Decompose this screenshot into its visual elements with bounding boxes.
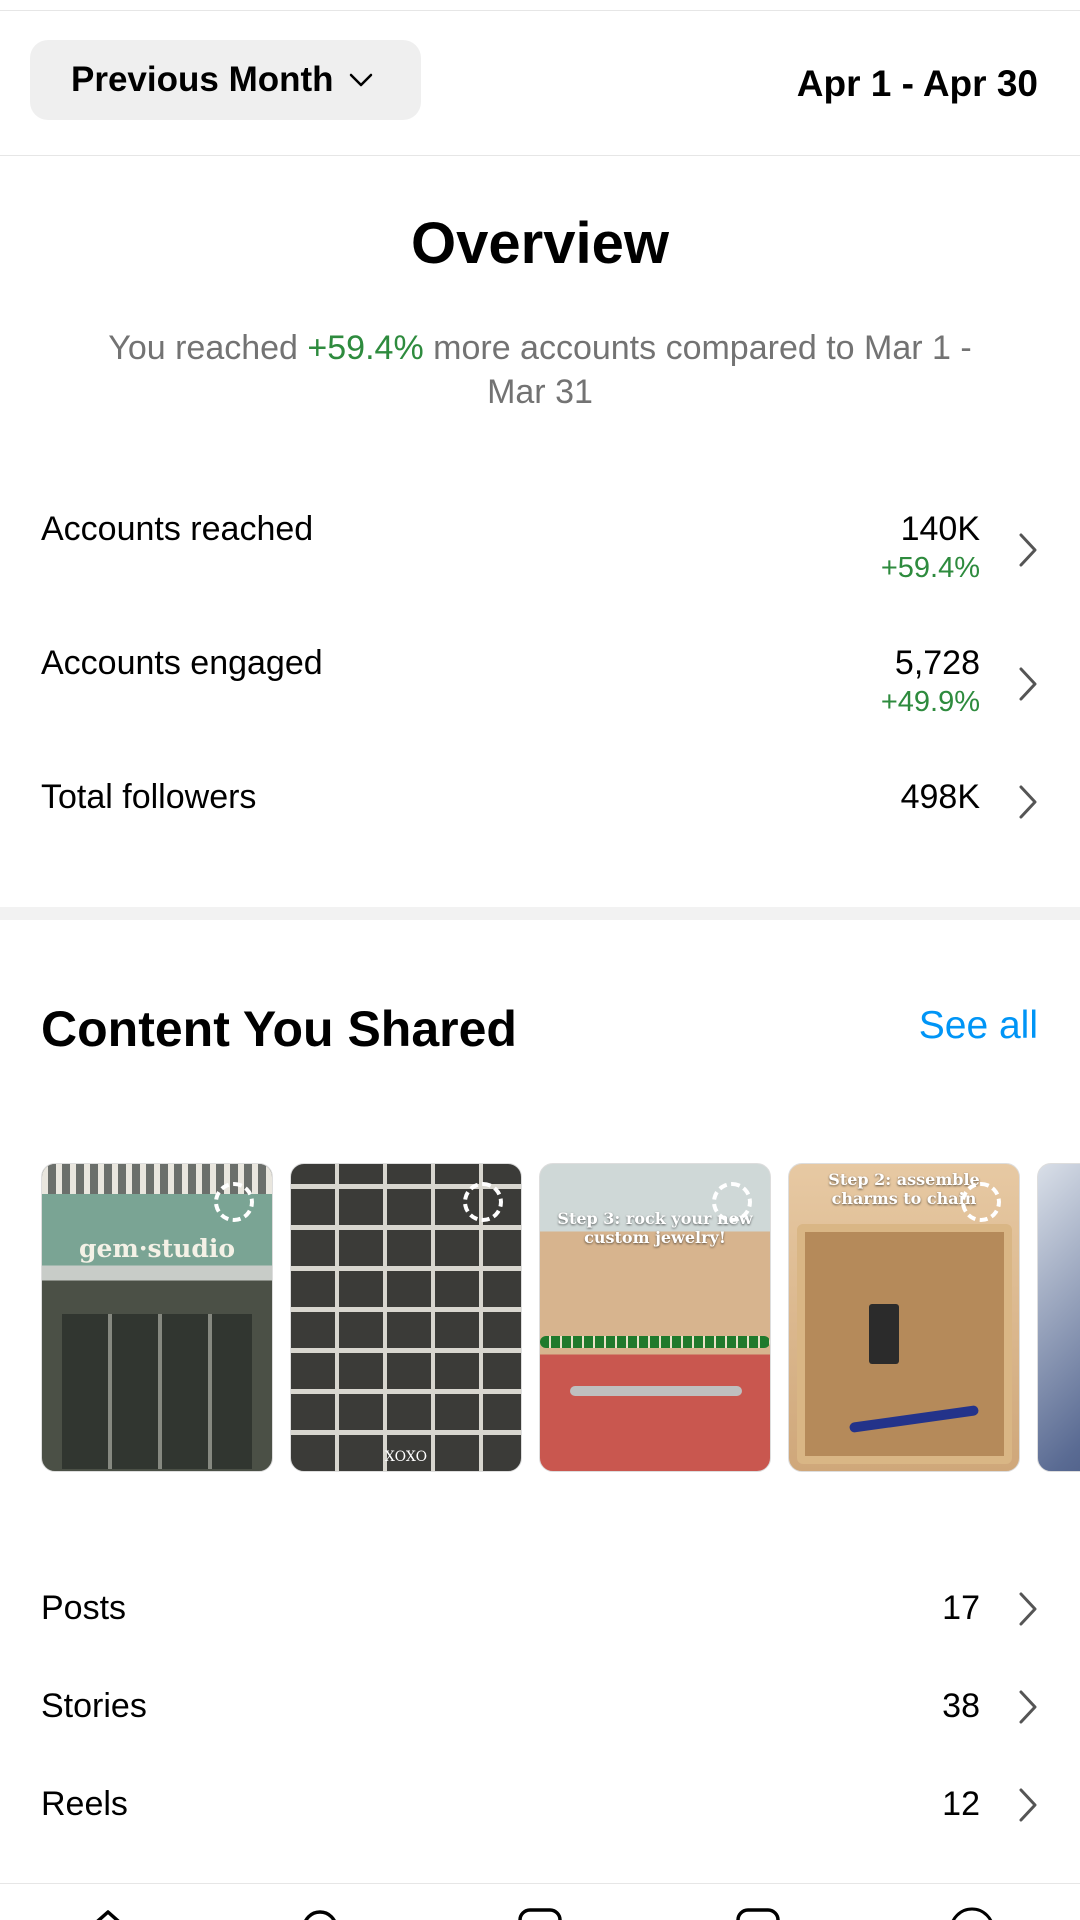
thumbnail-store-sign: gem·studio xyxy=(79,1234,235,1263)
overview-description: You reached +59.4% more accounts compare… xyxy=(80,326,1000,414)
count-label: Posts xyxy=(41,1589,127,1627)
metric-label: Accounts reached xyxy=(41,510,314,548)
metric-row-accounts-engaged[interactable]: Accounts engaged 5,728 +49.9% xyxy=(0,644,1080,724)
chevron-right-icon xyxy=(1019,667,1037,701)
chevron-right-icon xyxy=(1019,785,1037,819)
chevron-right-icon xyxy=(1019,533,1037,567)
content-thumbnail[interactable]: Step 2: assemble charms to chain xyxy=(788,1163,1020,1472)
metric-value: 5,728 xyxy=(894,644,980,682)
count-value: 17 xyxy=(942,1589,980,1627)
loading-ring-icon xyxy=(961,1182,1001,1222)
date-range: Apr 1 - Apr 30 xyxy=(796,63,1038,104)
count-label: Reels xyxy=(41,1785,128,1823)
metric-delta: +49.9% xyxy=(880,686,980,718)
see-all-link[interactable]: See all xyxy=(919,1004,1038,1048)
count-row-posts[interactable]: Posts 17 xyxy=(0,1585,1080,1635)
loading-ring-icon xyxy=(214,1182,254,1222)
create-icon[interactable] xyxy=(516,1906,564,1920)
metric-row-total-followers[interactable]: Total followers 498K xyxy=(0,778,1080,828)
count-label: Stories xyxy=(41,1687,147,1725)
overview-desc-suffix: more accounts compared to Mar 1 - Mar 31 xyxy=(423,329,972,411)
content-thumbnail[interactable]: Step 3: rock your new custom jewelry! xyxy=(539,1163,771,1472)
reels-icon[interactable] xyxy=(734,1906,782,1920)
metric-value: 498K xyxy=(900,778,980,816)
content-section-title: Content You Shared xyxy=(41,1001,517,1057)
content-thumbnail[interactable]: gem·studio xyxy=(41,1163,273,1472)
thumbnail-storefront xyxy=(62,1314,252,1469)
count-value: 12 xyxy=(942,1785,980,1823)
profile-icon[interactable] xyxy=(948,1906,996,1920)
metric-label: Accounts engaged xyxy=(41,644,323,682)
overview-desc-change: +59.4% xyxy=(307,329,424,367)
content-thumbnail[interactable]: XOXO xyxy=(290,1163,522,1472)
content-thumbnail[interactable] xyxy=(1037,1163,1080,1472)
period-label: Previous Month xyxy=(71,60,334,99)
count-row-stories[interactable]: Stories 38 xyxy=(0,1683,1080,1733)
filter-bar: Previous Month Apr 1 - Apr 30 xyxy=(0,11,1080,156)
overview-desc-prefix: You reached xyxy=(108,329,308,367)
thumbnail-bead-chain xyxy=(540,1336,770,1348)
loading-ring-icon xyxy=(463,1182,503,1222)
search-icon[interactable] xyxy=(298,1906,346,1920)
period-dropdown-button[interactable]: Previous Month xyxy=(30,40,421,120)
metric-row-accounts-reached[interactable]: Accounts reached 140K +59.4% xyxy=(0,510,1080,590)
thumbnail-stand xyxy=(869,1304,899,1364)
metric-label: Total followers xyxy=(41,778,257,816)
bottom-tab-bar xyxy=(0,1884,1080,1920)
thumbnail-caption: XOXO xyxy=(384,1449,428,1465)
chevron-right-icon xyxy=(1019,1690,1037,1724)
chevron-right-icon xyxy=(1019,1788,1037,1822)
section-divider xyxy=(0,907,1080,920)
overview-title: Overview xyxy=(411,211,669,276)
count-value: 38 xyxy=(942,1687,980,1725)
thumbnail-tool xyxy=(570,1386,742,1396)
chevron-right-icon xyxy=(1019,1592,1037,1626)
count-row-reels[interactable]: Reels 12 xyxy=(0,1781,1080,1831)
chevron-down-icon xyxy=(349,73,372,87)
home-icon[interactable] xyxy=(84,1906,132,1920)
thumbnail-cork-tray xyxy=(797,1224,1012,1464)
metric-delta: +59.4% xyxy=(880,552,980,584)
loading-ring-icon xyxy=(712,1182,752,1222)
content-thumbnails: gem·studio XOXO Step 3: rock your new cu… xyxy=(41,1163,1080,1473)
metric-value: 140K xyxy=(900,510,980,548)
